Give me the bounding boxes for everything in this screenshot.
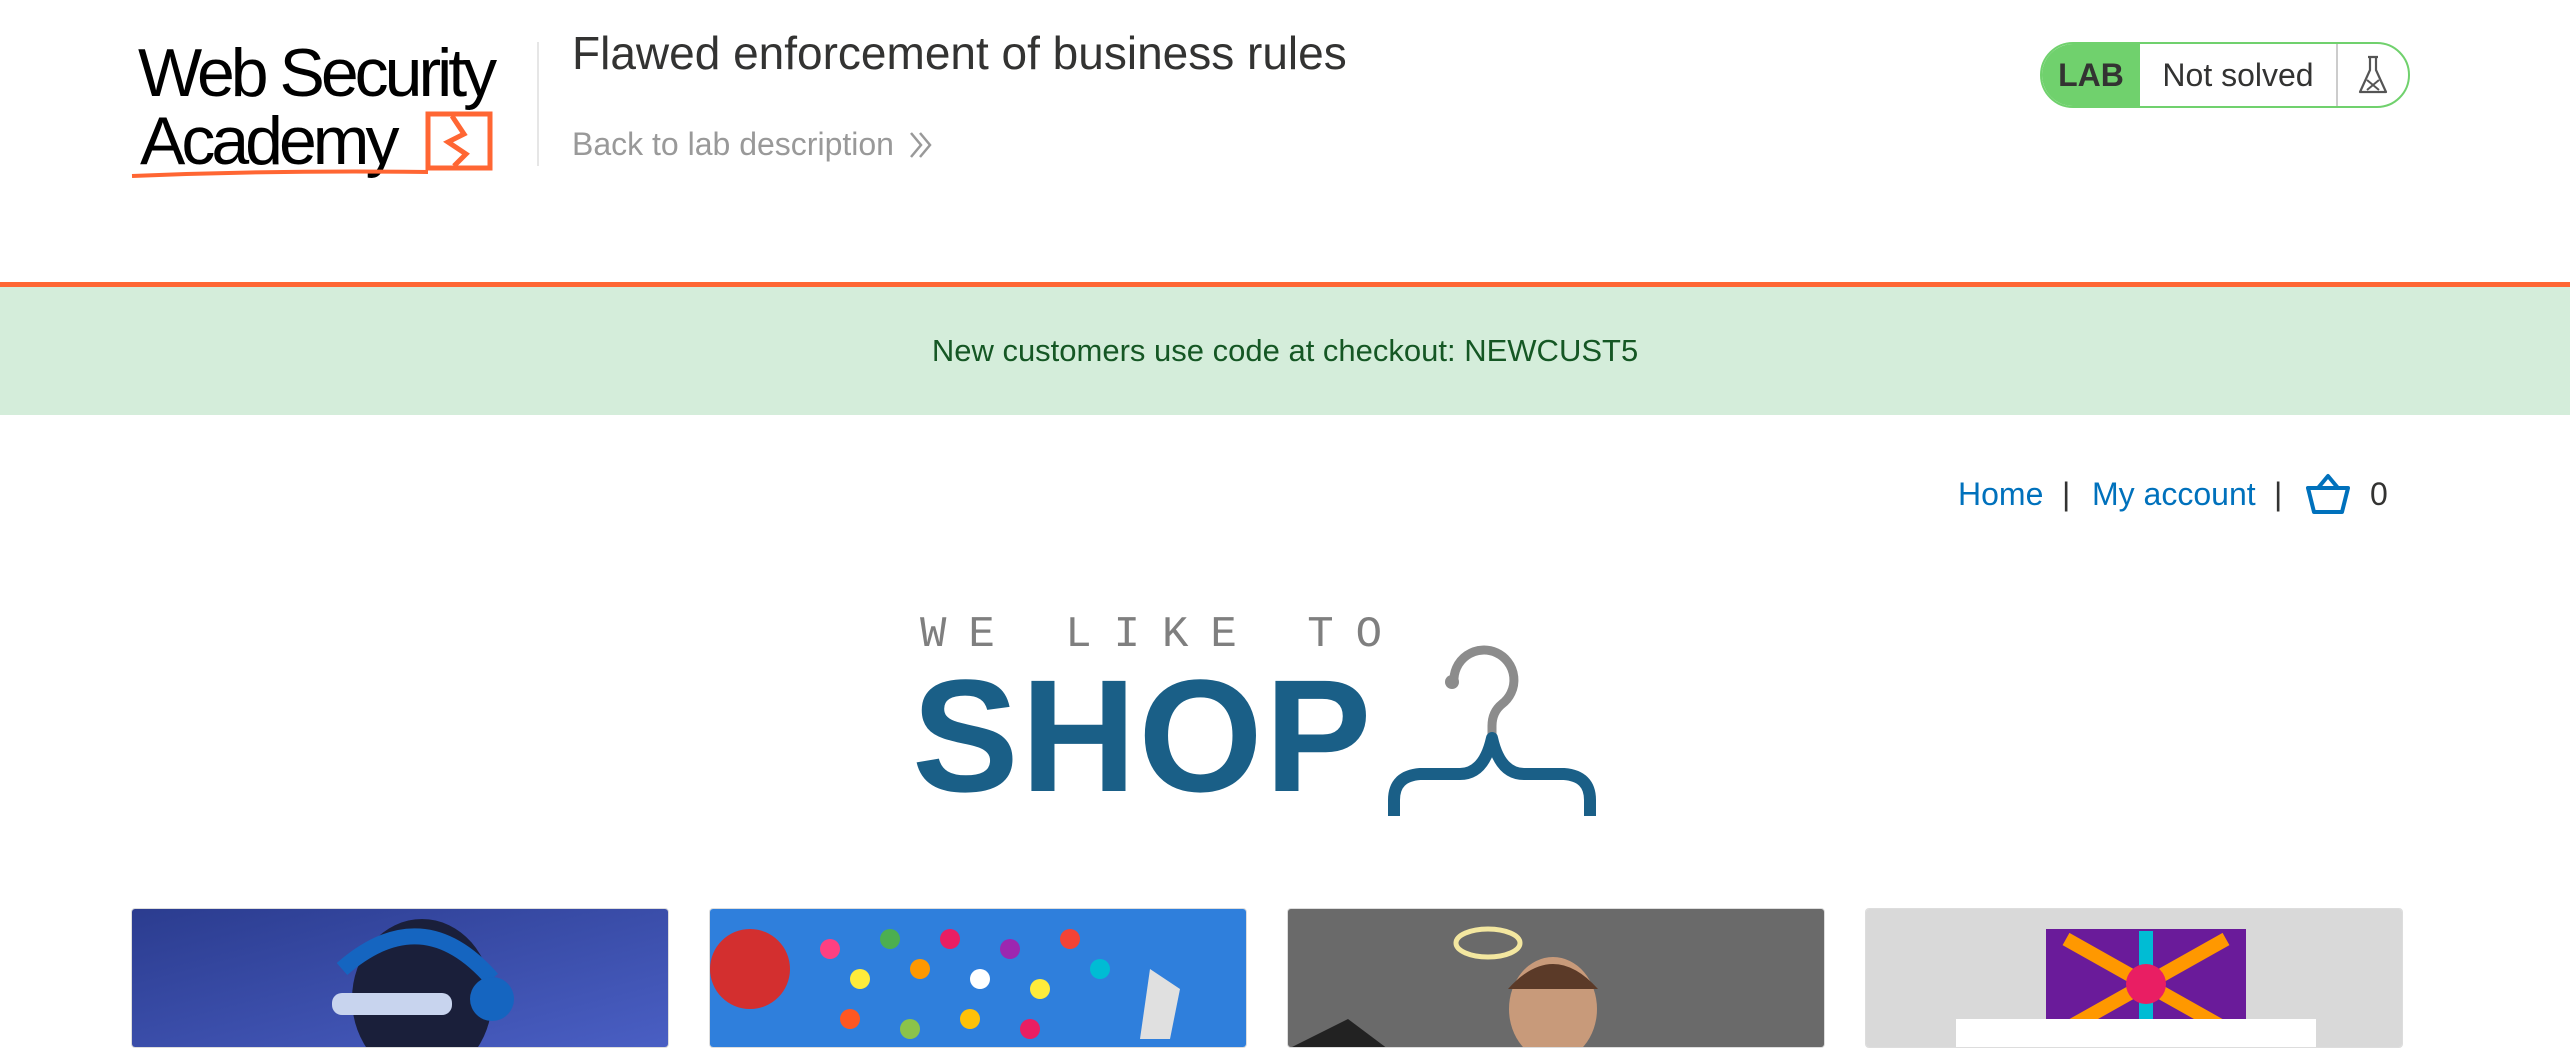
flask-icon <box>2338 44 2408 106</box>
nav-home-link[interactable]: Home <box>1958 476 2043 513</box>
lab-badge: LAB <box>2042 44 2140 106</box>
lab-status-widget: LAB Not solved <box>2040 42 2410 108</box>
man-with-halo-image <box>1288 909 1824 1047</box>
promo-notice-banner: New customers use code at checkout: NEWC… <box>0 287 2570 415</box>
banner-title: SHOP <box>912 646 1374 825</box>
cart-count: 0 <box>2370 476 2388 512</box>
person-with-headphones-image <box>132 909 668 1047</box>
nav-separator: | <box>2062 476 2071 512</box>
back-to-lab-description-link[interactable]: Back to lab description <box>572 126 934 163</box>
lab-title: Flawed enforcement of business rules <box>572 27 1347 79</box>
product-card-1[interactable] <box>131 908 669 1048</box>
product-card-3[interactable] <box>1287 908 1825 1048</box>
double-chevron-right-icon <box>909 131 932 158</box>
shop-banner: WE LIKE TO SHOP <box>900 600 1640 820</box>
svg-text:Web Security: Web Security <box>138 38 497 111</box>
lab-header: Web Security Academy Flawed enforcement … <box>0 0 2570 282</box>
nav-separator: | <box>2274 476 2283 512</box>
hanger-icon <box>1388 645 1596 816</box>
product-card-4[interactable] <box>1865 908 2403 1048</box>
balloons-image <box>710 909 1246 1047</box>
web-security-academy-logo[interactable]: Web Security Academy <box>130 35 530 188</box>
back-link-label: Back to lab description <box>572 126 894 162</box>
nav-my-account-link[interactable]: My account <box>2092 476 2256 513</box>
cart-icon[interactable] <box>2304 472 2352 521</box>
svg-text:Academy: Academy <box>140 103 399 179</box>
promo-notice-text: New customers use code at checkout: NEWC… <box>931 333 1639 368</box>
lab-status-text: Not solved <box>2140 44 2338 106</box>
top-navigation: Home | My account | 0 <box>0 472 2570 522</box>
product-card-2[interactable] <box>709 908 1247 1048</box>
colorful-sign-image <box>1866 909 2402 1047</box>
header-divider <box>537 42 539 166</box>
